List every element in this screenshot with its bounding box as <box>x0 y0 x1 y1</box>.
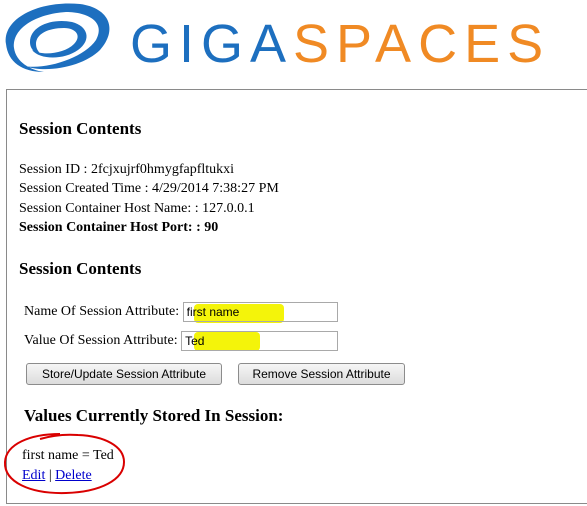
edit-link[interactable]: Edit <box>22 468 45 483</box>
form-heading: Session Contents <box>19 259 142 278</box>
session-host-port-line: Session Container Host Port: : 90 <box>19 220 219 235</box>
gigaspaces-logo: GIGASPACES <box>0 0 587 86</box>
link-separator: | <box>48 468 52 483</box>
session-contents-heading: Session Contents <box>19 119 142 138</box>
stored-values-heading: Values Currently Stored In Session: <box>24 406 284 425</box>
stored-item-actions: Edit | Delete <box>22 468 92 484</box>
logo-text-spaces: SPACES <box>293 14 551 74</box>
logo-swoosh-icon <box>5 3 110 72</box>
session-created-line: Session Created Time : 4/29/2014 7:38:27… <box>19 181 279 196</box>
value-attribute-label: Value Of Session Attribute: <box>24 333 178 349</box>
logo-text-giga: GIGA <box>130 14 294 74</box>
remove-attribute-button[interactable]: Remove Session Attribute <box>238 363 405 385</box>
annotation-circle <box>3 433 126 495</box>
delete-link[interactable]: Delete <box>55 468 92 483</box>
name-attribute-label: Name Of Session Attribute: <box>24 304 180 320</box>
store-update-button[interactable]: Store/Update Session Attribute <box>26 363 222 385</box>
logo-wordmark: GIGASPACES <box>130 14 550 74</box>
value-attribute-row: Value Of Session Attribute: <box>24 331 339 351</box>
session-id-line: Session ID : 2fcjxujrf0hmygfapfltukxi <box>19 162 235 177</box>
session-panel: Session Contents Session ID : 2fcjxujrf0… <box>3 89 587 504</box>
stored-item-text: first name = Ted <box>22 448 114 463</box>
name-attribute-row: Name Of Session Attribute: <box>24 302 338 322</box>
value-attribute-input[interactable] <box>181 331 339 351</box>
name-attribute-input[interactable] <box>182 302 338 322</box>
session-host-name-line: Session Container Host Name: : 127.0.0.1 <box>19 201 255 216</box>
